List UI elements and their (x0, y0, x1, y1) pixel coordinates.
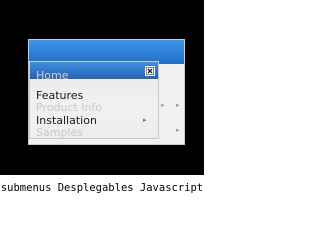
menu-item-samples[interactable]: Samples (36, 126, 83, 138)
triangle-right-icon: ▸ (161, 101, 165, 109)
menu-item-home[interactable]: Home (36, 69, 68, 82)
triangle-right-icon: ▸ (176, 101, 180, 109)
triangle-right-icon: ▸ (176, 126, 180, 134)
demo-stage: ▸ ▸ ▸ Home Features Product Info Install… (0, 0, 204, 175)
close-icon (146, 67, 154, 75)
close-button[interactable] (145, 66, 155, 76)
caption-text: submenus Desplegables Javascript (0, 182, 204, 194)
menu-item-product-info[interactable]: Product Info (36, 101, 102, 114)
submenu-panel: Home Features Product Info Installation … (29, 61, 159, 139)
triangle-right-icon: ▸ (143, 116, 147, 124)
